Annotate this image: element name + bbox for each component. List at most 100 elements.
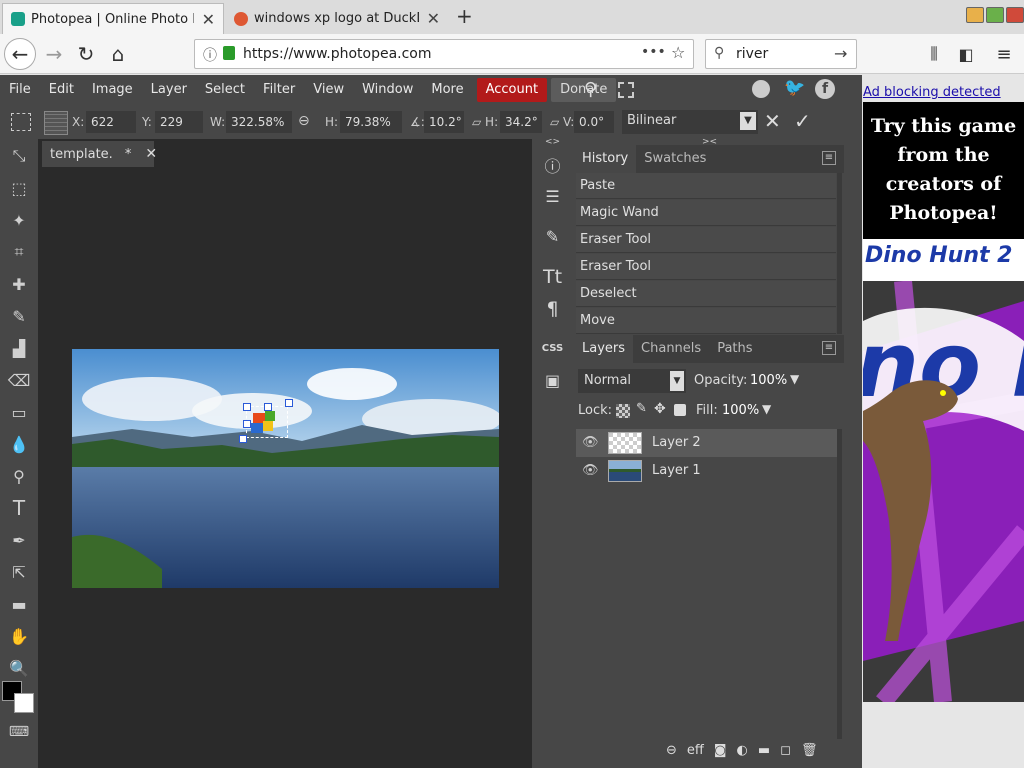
new-tab-button[interactable]: + [456, 4, 473, 28]
path-select-tool-icon[interactable]: ⇱ [6, 559, 32, 585]
bookmark-star-icon[interactable]: ☆ [671, 43, 685, 62]
history-item[interactable]: Move [576, 308, 836, 334]
image-panel-icon[interactable]: ▣ [539, 367, 566, 394]
paragraph-panel-icon[interactable]: ¶ [539, 295, 566, 322]
crop-tool-icon[interactable]: ⌗ [6, 239, 32, 265]
keyboard-icon[interactable]: ⌨ [6, 719, 32, 745]
tab-layers[interactable]: Layers [574, 335, 634, 363]
transform-handle[interactable] [243, 420, 251, 428]
move-tool-icon[interactable]: ⤡ [6, 143, 32, 169]
home-button[interactable]: ⌂ [102, 38, 134, 70]
eye-icon[interactable]: 👁 [582, 463, 599, 479]
reload-button[interactable]: ↻ [70, 38, 102, 70]
gradient-tool-icon[interactable]: ▭ [6, 399, 32, 425]
lock-paint-icon[interactable]: ✎ [636, 401, 647, 416]
browser-menu-button[interactable]: ≡ [988, 38, 1020, 70]
stamp-tool-icon[interactable]: ▟ [6, 335, 32, 361]
forward-button[interactable]: → [38, 38, 70, 70]
link-layers-icon[interactable]: ⊖ [666, 743, 677, 763]
blur-tool-icon[interactable]: 💧 [6, 431, 32, 457]
angle-input[interactable]: 10.2° [424, 111, 464, 133]
tab-swatches[interactable]: Swatches [636, 145, 714, 173]
history-item[interactable]: Magic Wand [576, 200, 836, 226]
ad-game-image[interactable]: no H [863, 281, 1024, 702]
layer-row[interactable]: 👁 Layer 2 [576, 429, 838, 457]
library-button[interactable]: ⫼ [918, 38, 950, 70]
transform-handle[interactable] [264, 403, 272, 411]
lock-all-icon[interactable] [674, 404, 686, 416]
opacity-dropdown-icon[interactable]: ▼ [790, 372, 799, 386]
info-panel-icon[interactable]: ⓘ [539, 151, 566, 178]
back-button[interactable]: ← [4, 38, 36, 70]
menu-more[interactable]: More [422, 78, 472, 102]
fill-dropdown-icon[interactable]: ▼ [762, 402, 771, 416]
layers-scrollbar[interactable] [837, 429, 842, 739]
ad-blocking-link[interactable]: Ad blocking detected [863, 85, 1001, 100]
layer-effects-icon[interactable]: eff [687, 743, 704, 763]
dodge-tool-icon[interactable]: ⚲ [6, 463, 32, 489]
brush-tool-icon[interactable]: ✎ [6, 303, 32, 329]
magic-wand-tool-icon[interactable]: ✦ [6, 207, 32, 233]
menu-filter[interactable]: Filter [254, 78, 304, 102]
history-item[interactable]: Eraser Tool [576, 227, 836, 253]
minimize-window-button[interactable] [966, 7, 984, 23]
menu-select[interactable]: Select [196, 78, 254, 102]
search-input[interactable]: river [736, 46, 768, 62]
panel-menu-icon[interactable]: ≡ [822, 341, 836, 355]
search-go-icon[interactable]: → [834, 44, 847, 63]
menu-image[interactable]: Image [83, 78, 142, 102]
link-icon[interactable]: ⊖ [298, 113, 310, 129]
transform-handle[interactable] [285, 399, 293, 407]
menu-window[interactable]: Window [353, 78, 422, 102]
healing-tool-icon[interactable]: ✚ [6, 271, 32, 297]
reddit-icon[interactable] [752, 80, 770, 98]
menu-view[interactable]: View [304, 78, 353, 102]
lock-transparency-icon[interactable] [616, 404, 630, 418]
ad-promo-banner[interactable]: Try this game from the creators of Photo… [863, 102, 1024, 239]
interpolation-select[interactable]: Bilinear ▼ [622, 110, 758, 134]
history-item[interactable]: Eraser Tool [576, 254, 836, 280]
background-color-swatch[interactable] [14, 693, 34, 713]
hand-tool-icon[interactable]: ✋ [6, 623, 32, 649]
panel-menu-icon[interactable]: ≡ [822, 151, 836, 165]
commit-transform-icon[interactable]: ✓ [794, 109, 811, 133]
page-actions-icon[interactable]: ••• [641, 44, 666, 60]
opacity-input[interactable]: 100% [750, 373, 787, 388]
y-input[interactable]: 229 px [155, 111, 203, 151]
x-input[interactable]: 622 px [86, 111, 136, 151]
tab-paths[interactable]: Paths [709, 335, 760, 363]
menu-layer[interactable]: Layer [142, 78, 196, 102]
h-skew-input[interactable]: 34.2° [500, 111, 542, 133]
character-panel-icon[interactable]: Tt [539, 263, 566, 290]
lock-move-icon[interactable]: ✥ [654, 401, 666, 417]
fill-input[interactable]: 100% [722, 403, 759, 418]
menu-edit[interactable]: Edit [40, 78, 83, 102]
maximize-window-button[interactable] [986, 7, 1004, 23]
transform-bounding-box[interactable] [239, 399, 293, 443]
close-tab-icon[interactable]: ✕ [427, 9, 440, 28]
eye-icon[interactable]: 👁 [582, 435, 599, 451]
account-button[interactable]: Account [476, 78, 548, 102]
adjustments-panel-icon[interactable]: ☰ [539, 183, 566, 210]
type-tool-icon[interactable]: T [6, 495, 32, 521]
close-tab-icon[interactable]: ✕ [202, 10, 215, 29]
v-skew-input[interactable]: 0.0° [574, 111, 614, 133]
brush-panel-icon[interactable]: ✎ [539, 223, 566, 250]
document-image[interactable] [72, 349, 499, 588]
css-panel-icon[interactable]: CSS [539, 335, 566, 362]
address-bar[interactable]: ⓘ https://www.photopea.com ••• ☆ [194, 39, 694, 69]
transform-handle[interactable] [239, 435, 247, 443]
fullscreen-icon[interactable] [618, 82, 634, 98]
new-layer-icon[interactable]: ◻ [780, 743, 791, 763]
history-item[interactable]: Paste [576, 173, 836, 199]
history-item[interactable]: Deselect [576, 281, 836, 307]
close-document-icon[interactable]: ✕ [145, 146, 157, 162]
transform-handle[interactable] [243, 403, 251, 411]
delete-layer-icon[interactable]: 🗑 [801, 743, 818, 763]
eraser-tool-icon[interactable]: ⌫ [6, 367, 32, 393]
canvas-area[interactable]: template. * ✕ [38, 139, 532, 768]
menu-file[interactable]: File [0, 78, 40, 102]
cancel-transform-icon[interactable]: ✕ [764, 109, 781, 133]
tab-history[interactable]: History [574, 145, 637, 173]
search-icon[interactable]: ⚲ [584, 79, 597, 100]
